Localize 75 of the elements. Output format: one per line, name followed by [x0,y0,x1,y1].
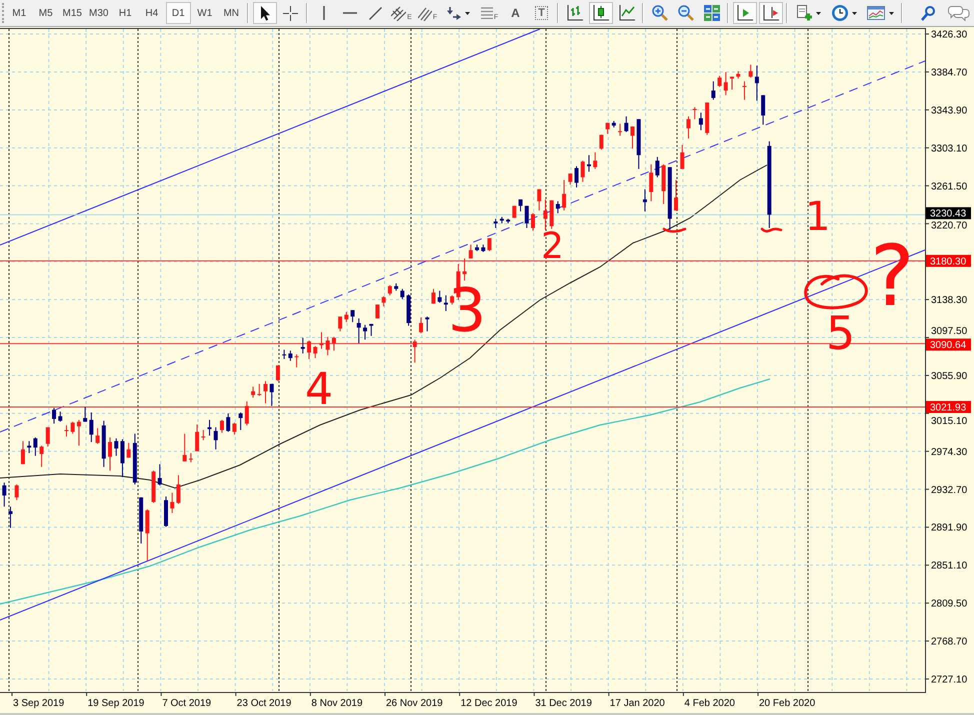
horizontal-lines-icon [480,7,493,19]
cursor-icon [260,6,270,20]
date-axis-label: 12 Dec 2019 [460,698,518,709]
bar-chart-icon [566,5,582,21]
date-axis-label: 19 Sep 2019 [88,698,144,709]
speech-bubbles-icon [948,6,970,20]
timeframe-button[interactable]: M30 [86,2,112,24]
price-axis-label: 2891.90 [931,522,968,534]
price-tag: 3090.64 [926,338,971,352]
parallel-lines-icon [391,6,406,20]
date-axis-label: 4 Feb 2020 [684,698,735,709]
timeframe-button[interactable]: H4 [139,2,164,24]
timeframe-button[interactable]: M1 [6,2,32,24]
search-icon [920,6,934,20]
price-axis-label: 3343.90 [931,105,968,116]
timeframe-button[interactable]: M5 [33,2,58,24]
handwritten-annotation: 4 [305,364,333,415]
price-axis-label: 2768.70 [931,636,968,648]
price-axis-label: 3138.30 [931,295,968,306]
price-axis-label: 3426.30 [931,30,968,40]
cursor-button[interactable] [252,2,276,24]
date-axis-label: 3 Sep 2019 [13,698,64,709]
vertical-line-icon [322,6,324,20]
hand-drawn-mark [662,228,686,233]
crosshair-icon [283,6,298,20]
auto-scroll-button[interactable] [732,2,756,24]
zoom-in-icon [652,5,668,21]
chart-arrow-icon [736,5,752,21]
chart-window-icon [867,6,885,20]
clock-icon [832,5,848,21]
price-axis-label: 3384.70 [931,67,968,78]
price-tag: 3230.43 [926,207,971,220]
date-axis-label: 20 Feb 2020 [759,698,816,709]
price-axis-label: 3261.50 [931,181,968,192]
candlestick-icon [592,5,608,21]
price-axis-label: 3097.50 [931,326,968,338]
hand-drawn-mark [760,228,782,233]
price-axis-label: 2851.10 [931,560,968,572]
chart-marker-icon [762,5,778,21]
price-axis-label: 2974.30 [931,446,968,458]
timeframe-button[interactable]: W1 [192,2,218,24]
date-axis-label: 7 Oct 2019 [162,698,212,709]
line-chart-icon [618,5,634,21]
price-axis-label: 3303.10 [931,143,968,154]
price-axis-label: 2932.70 [931,484,968,496]
handwritten-annotation: 1 [805,194,830,240]
date-axis-label: 17 Jan 2020 [610,698,665,709]
handwritten-annotation: 3 [448,276,486,346]
price-axis-label: 2727.10 [931,674,968,686]
timeframe-button[interactable]: MN [218,2,244,24]
handwritten-annotation: 2 [541,226,564,267]
candlestick-button[interactable] [588,2,612,24]
diagonal-line-icon [369,6,382,20]
page-plus-icon [796,5,812,21]
price-axis-label: 2809.50 [931,598,968,610]
grid-icon [704,5,720,21]
arrows-icon [447,6,461,20]
price-axis-label: 3220.70 [931,220,968,232]
timeframe-button[interactable]: D1 [166,2,191,24]
price-axis-label: 3055.90 [931,370,968,382]
diagonal-lines-icon [418,6,432,20]
timeframe-button[interactable]: H1 [112,2,138,24]
text-button[interactable]: A [504,2,528,24]
price-tag: 3021.93 [926,401,971,414]
date-axis-label: 23 Oct 2019 [236,698,292,709]
date-axis-label: 26 Nov 2019 [386,698,443,709]
date-axis-label: 8 Nov 2019 [311,698,363,709]
date-axis-label: 31 Dec 2019 [535,698,592,709]
zoom-out-icon [678,5,694,21]
timeframe-button[interactable]: M15 [60,2,85,24]
horizontal-line-icon [342,12,356,14]
text-label-button[interactable]: T [530,2,554,24]
price-axis-label: 3015.10 [931,416,968,427]
chart-shift-button[interactable] [758,2,782,24]
price-tag: 3180.30 [926,254,971,268]
